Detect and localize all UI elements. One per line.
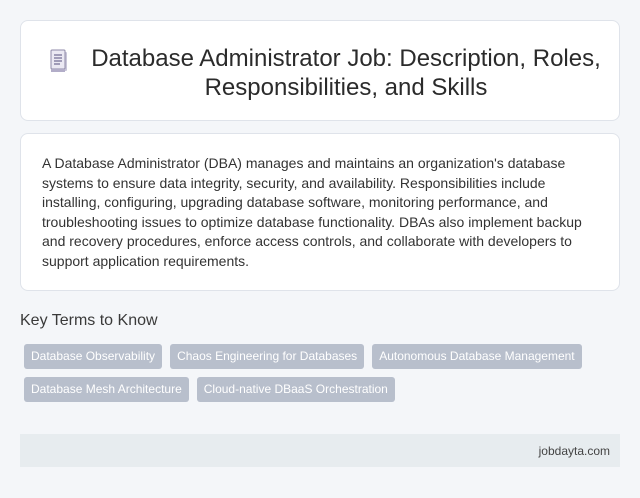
- key-terms-list: Database Observability Chaos Engineering …: [20, 342, 620, 408]
- key-term-tag[interactable]: Database Mesh Architecture: [24, 377, 189, 402]
- key-terms-heading: Key Terms to Know: [20, 312, 158, 329]
- key-term-tag[interactable]: Database Observability: [24, 344, 163, 369]
- key-term-tag[interactable]: Cloud-native DBaaS Orchestration: [196, 377, 395, 402]
- description-text: A Database Administrator (DBA) manages a…: [42, 155, 582, 269]
- footer-site-link[interactable]: jobdayta.com: [539, 444, 610, 458]
- page-title: Database Administrator Job: Description,…: [91, 45, 601, 101]
- key-term-tag[interactable]: Autonomous Database Management: [372, 344, 582, 369]
- key-term-tag[interactable]: Chaos Engineering for Databases: [170, 344, 365, 369]
- description-card: A Database Administrator (DBA) manages a…: [20, 133, 620, 291]
- title-card: Database Administrator Job: Description,…: [20, 20, 620, 121]
- footer: jobdayta.com: [20, 434, 620, 467]
- document-icon: [48, 49, 70, 75]
